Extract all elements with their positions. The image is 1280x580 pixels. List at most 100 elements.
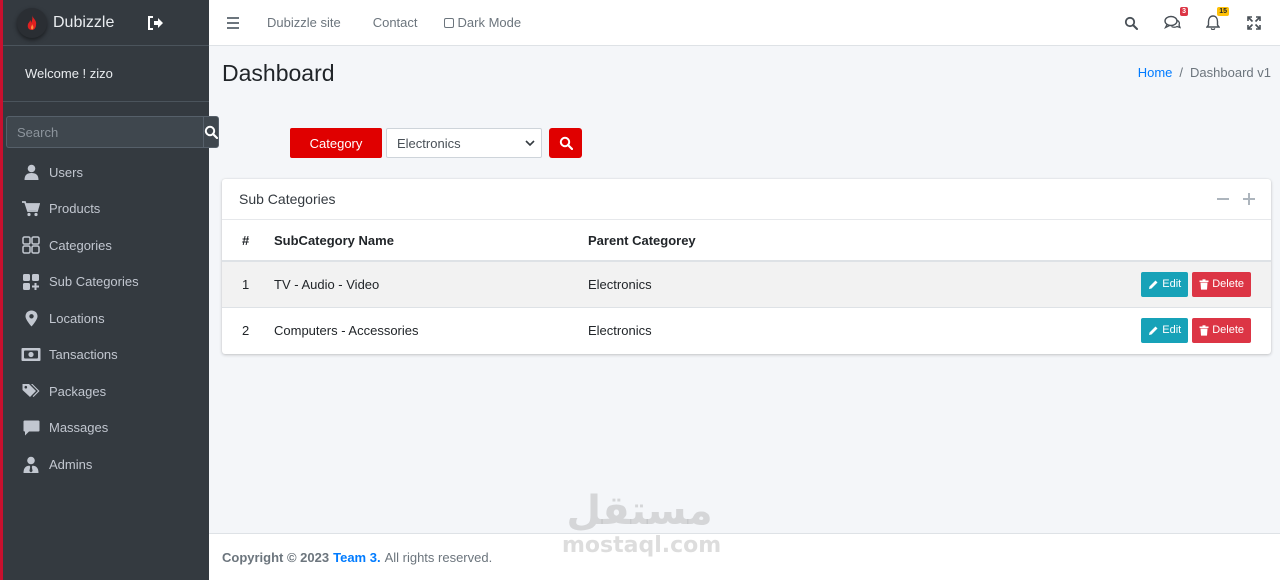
card-title: Sub Categories — [239, 191, 336, 207]
grid-plus-icon — [20, 272, 42, 292]
sidebar-item-transactions[interactable]: Tansactions — [3, 337, 209, 374]
notifications-button[interactable]: 15 — [1203, 6, 1229, 33]
delete-button-label: Delete — [1212, 278, 1244, 291]
pencil-icon — [1149, 326, 1158, 335]
filter-search-button[interactable] — [549, 128, 582, 158]
footer-rights: All rights reserved. — [384, 549, 493, 565]
table-row: 1 TV - Audio - Video Electronics Edit De… — [222, 260, 1271, 307]
expand-plus-icon[interactable] — [1243, 193, 1255, 205]
user-icon — [20, 162, 42, 182]
sidebar: Dubizzle Welcome ! zizo Users Products C… — [0, 0, 219, 580]
sidebar-item-label: Products — [49, 201, 101, 217]
fullscreen-button[interactable] — [1244, 13, 1264, 33]
row-actions: Edit Delete — [897, 260, 1271, 307]
card-header: Sub Categories — [222, 179, 1271, 220]
search-icon — [1124, 16, 1138, 30]
sidebar-item-label: Admins — [49, 456, 93, 472]
sidebar-item-label: Massages — [49, 420, 109, 436]
sidebar-search — [6, 116, 219, 148]
map-pin-icon — [20, 308, 42, 328]
category-button[interactable]: Category — [290, 128, 382, 158]
sidebar-item-products[interactable]: Products — [3, 191, 209, 228]
breadcrumb: Home / Dashboard v1 — [1138, 65, 1271, 80]
column-header-actions — [897, 220, 1271, 262]
sidebar-item-label: Users — [49, 164, 83, 180]
edit-button[interactable]: Edit — [1141, 271, 1189, 297]
admin-icon — [20, 454, 42, 474]
row-actions: Edit Delete — [897, 306, 1271, 353]
sidebar-search-input[interactable] — [6, 116, 203, 148]
sidebar-search-button[interactable] — [203, 116, 219, 148]
navbar-search-button[interactable] — [1121, 13, 1141, 33]
sidebar-item-label: Packages — [49, 383, 107, 399]
watermark: مستقل mostaql.com — [562, 488, 722, 558]
sub-categories-card: Sub Categories # SubCategory Name Parent… — [222, 179, 1271, 354]
row-subcategory-name: Computers - Accessories — [274, 306, 588, 353]
row-number: 2 — [222, 306, 274, 353]
row-parent-category: Electronics — [588, 306, 898, 353]
sidebar-item-admins[interactable]: Admins — [3, 446, 209, 483]
column-header-number: # — [222, 220, 274, 262]
sidebar-item-packages[interactable]: Packages — [3, 373, 209, 410]
watermark-arabic: مستقل — [566, 488, 713, 534]
comments-icon — [1163, 15, 1181, 29]
column-header-subcategory-name: SubCategory Name — [274, 220, 588, 262]
card-tools — [1217, 193, 1255, 205]
sidebar-item-locations[interactable]: Locations — [3, 300, 209, 337]
sidebar-item-categories[interactable]: Categories — [3, 227, 209, 264]
delete-button[interactable]: Delete — [1192, 271, 1251, 297]
expand-icon — [1247, 15, 1261, 30]
brand-logo-icon — [17, 7, 47, 38]
category-select-value: Electronics — [397, 135, 461, 151]
top-navbar: Dubizzle site Contact Dark Mode 3 15 — [209, 0, 1280, 46]
row-subcategory-name: TV - Audio - Video — [274, 260, 588, 307]
brand[interactable]: Dubizzle — [3, 0, 209, 46]
category-select[interactable]: Electronics — [386, 128, 542, 158]
sidebar-item-sub-categories[interactable]: Sub Categories — [3, 264, 209, 301]
bell-icon — [1206, 15, 1220, 30]
breadcrumb-home-link[interactable]: Home — [1138, 65, 1173, 80]
delete-button[interactable]: Delete — [1192, 317, 1251, 343]
sidebar-nav: Users Products Categories Sub Categories… — [3, 154, 209, 483]
trash-icon — [1199, 279, 1209, 290]
edit-button-label: Edit — [1162, 278, 1182, 291]
money-icon — [20, 345, 42, 365]
dark-mode-checkbox[interactable] — [443, 17, 454, 28]
footer: Copyright © 2023 Team 3. All rights rese… — [209, 533, 1280, 580]
navbar-right: 3 15 — [1100, 6, 1264, 33]
menu-toggle-icon[interactable] — [227, 16, 253, 29]
notifications-badge: 15 — [1217, 6, 1229, 16]
grid-icon — [20, 235, 42, 255]
dark-mode-label: Dark Mode — [457, 15, 522, 30]
watermark-latin: mostaql.com — [562, 533, 722, 558]
sidebar-item-label: Categories — [49, 237, 112, 253]
chevron-down-icon — [525, 139, 535, 146]
footer-copyright: Copyright © 2023 — [222, 549, 330, 565]
tags-icon — [20, 381, 42, 401]
sidebar-item-users[interactable]: Users — [3, 154, 209, 191]
messages-button[interactable]: 3 — [1162, 6, 1188, 33]
chat-icon — [20, 418, 42, 438]
search-icon — [204, 125, 218, 139]
table-header-row: # SubCategory Name Parent Categorey — [222, 220, 1271, 262]
column-header-parent-category: Parent Categorey — [588, 220, 898, 262]
breadcrumb-separator: / — [1179, 65, 1184, 80]
page-title: Dashboard — [222, 60, 335, 86]
footer-team-link[interactable]: Team 3. — [333, 550, 380, 565]
breadcrumb-current: Dashboard v1 — [1190, 65, 1271, 80]
sidebar-item-label: Locations — [49, 310, 105, 326]
cart-icon — [20, 199, 42, 219]
sub-categories-table: # SubCategory Name Parent Categorey 1 TV… — [222, 220, 1271, 353]
edit-button[interactable]: Edit — [1141, 317, 1189, 343]
sidebar-item-label: Tansactions — [49, 347, 118, 363]
sidebar-item-label: Sub Categories — [49, 274, 139, 290]
search-icon — [559, 136, 573, 150]
logout-icon[interactable] — [145, 13, 165, 33]
dark-mode-toggle[interactable]: Dark Mode — [443, 15, 522, 30]
table-row: 2 Computers - Accessories Electronics Ed… — [222, 306, 1271, 353]
welcome-text: Welcome ! zizo — [3, 46, 209, 102]
nav-link-contact[interactable]: Contact — [373, 15, 418, 30]
nav-link-dubizzle-site[interactable]: Dubizzle site — [267, 15, 341, 30]
collapse-icon[interactable] — [1217, 193, 1229, 205]
sidebar-item-massages[interactable]: Massages — [3, 410, 209, 447]
